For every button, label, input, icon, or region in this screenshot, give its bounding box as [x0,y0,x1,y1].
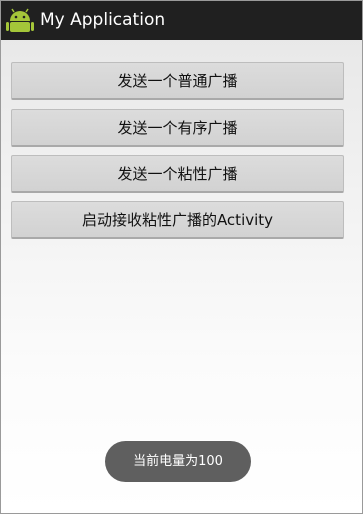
start-sticky-receiver-activity-button[interactable]: 启动接收粘性广播的Activity [11,201,344,239]
send-normal-broadcast-button[interactable]: 发送一个普通广播 [11,62,344,100]
android-robot-icon [6,8,34,32]
action-bar: My Application [1,1,362,40]
app-title: My Application [40,10,166,30]
battery-level-toast: 当前电量为100 [105,441,251,482]
send-sticky-broadcast-button[interactable]: 发送一个粘性广播 [11,155,344,193]
app-window: My Application 发送一个普通广播 发送一个有序广播 发送一个粘性广… [0,0,363,514]
send-ordered-broadcast-button[interactable]: 发送一个有序广播 [11,109,344,147]
